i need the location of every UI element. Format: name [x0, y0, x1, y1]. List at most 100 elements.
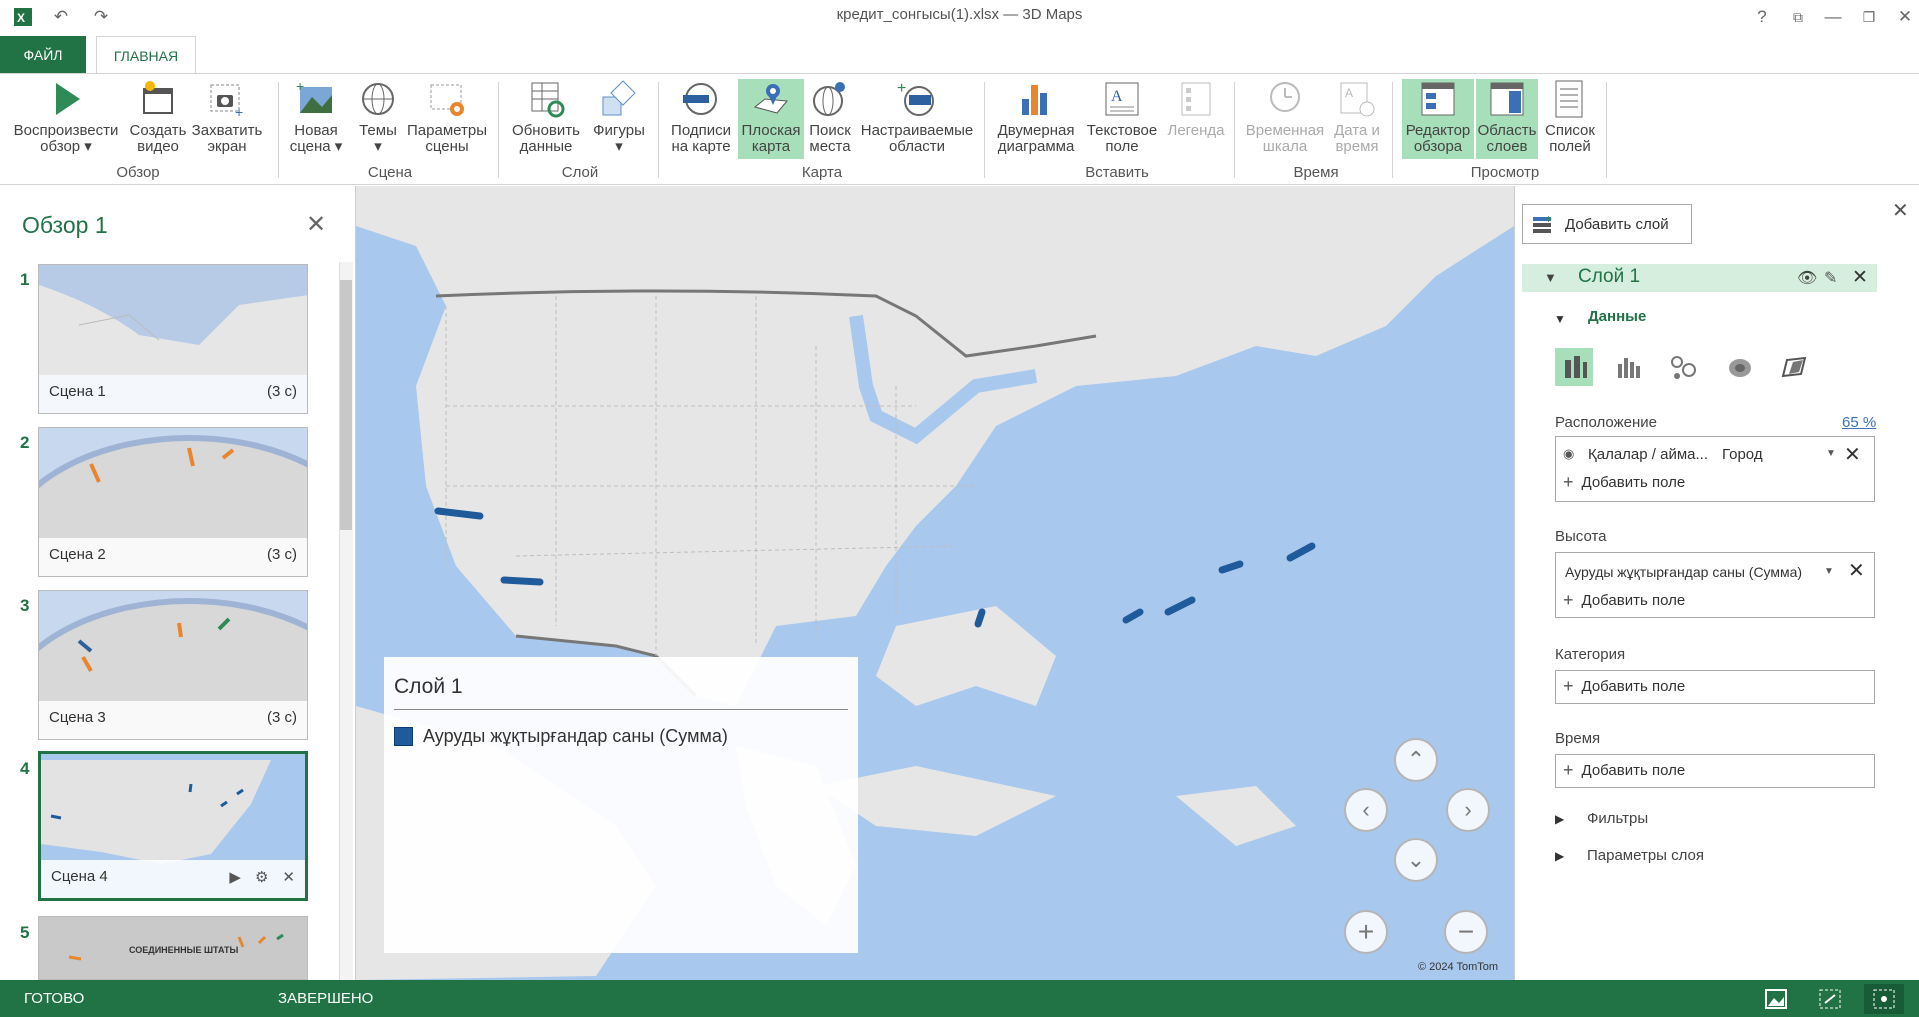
2d-chart-button[interactable]: Двумерная диаграмма [996, 79, 1076, 159]
layer-pane-button[interactable]: Область слоев [1476, 79, 1538, 159]
play-tour-button[interactable]: Воспроизвести обзор ▾ [10, 79, 122, 159]
pencil-icon[interactable]: ✎ [1824, 268, 1837, 288]
legend-button[interactable]: Легенда [1166, 79, 1226, 159]
rotate-right-button[interactable]: › [1446, 788, 1490, 832]
tilt-down-button[interactable]: ⌄ [1394, 838, 1438, 882]
svg-text:+: + [235, 104, 243, 119]
scene-thumbnail-2[interactable]: Сцена 2 (3 с) [38, 427, 308, 577]
expand-filters-icon[interactable]: ▶ [1555, 812, 1564, 826]
data-bar[interactable] [434, 507, 484, 520]
add-field-label: Добавить поле [1581, 474, 1686, 491]
scene-settings-icon[interactable]: ⚙ [255, 868, 268, 890]
capture-screen-button[interactable]: + Захватить экран [192, 79, 262, 159]
add-height-field[interactable]: + Добавить поле [1563, 590, 1685, 611]
tour-scrollbar-thumb[interactable] [340, 280, 352, 530]
rotate-left-button[interactable]: ‹ [1344, 788, 1388, 832]
play-scene-icon[interactable]: ▶ [229, 868, 241, 890]
maximize-button[interactable]: ❐ [1856, 4, 1882, 30]
data-bar[interactable] [500, 576, 544, 586]
timeline-button[interactable]: Временная шкала [1244, 79, 1326, 159]
flat-map-label: Плоская карта [741, 122, 801, 155]
close-button[interactable]: ✕ [1892, 4, 1918, 30]
radio-selected-icon[interactable]: ◉ [1563, 446, 1574, 462]
delete-scene-icon[interactable]: ✕ [282, 868, 295, 890]
create-video-button[interactable]: Создать видео [126, 79, 190, 159]
scene-options-icon [430, 84, 464, 116]
scene-3-label-bar: Сцена 3 (3 с) [39, 701, 307, 739]
bubble-icon[interactable] [1665, 348, 1703, 386]
data-bar[interactable] [974, 608, 986, 628]
group-tour: Обзор [116, 164, 160, 181]
minimize-button[interactable]: — [1820, 4, 1846, 30]
collapse-layer-icon[interactable]: ▼ [1544, 270, 1557, 285]
clustered-column-icon[interactable] [1610, 348, 1648, 386]
text-box-button[interactable]: A Текстовое поле [1084, 79, 1160, 159]
play-tour-label: Воспроизвести обзор ▾ [13, 122, 119, 155]
layer-pane-label: Область слоев [1477, 122, 1537, 155]
ribbon-separator [1392, 82, 1393, 178]
data-bar[interactable] [1286, 542, 1316, 562]
scene-thumbnail-5[interactable]: СОЕДИНЕННЫЕ ШТАТЫ [38, 916, 308, 980]
tour-editor-button[interactable]: Редактор обзора [1402, 79, 1474, 159]
find-location-button[interactable]: Поиск места [806, 79, 854, 159]
scene-options-button[interactable]: Параметры сцены [404, 79, 490, 159]
data-bar[interactable] [1164, 596, 1196, 616]
location-confidence-link[interactable]: 65 % [1842, 414, 1876, 431]
location-type-select[interactable]: Город [1722, 446, 1763, 463]
refresh-data-button[interactable]: Обновить данные [508, 79, 584, 159]
close-tour-icon[interactable]: ✕ [306, 210, 326, 239]
scene-duration: (3 с) [267, 383, 297, 400]
field-list-button[interactable]: Список полей [1540, 79, 1600, 159]
remove-location-icon[interactable]: ✕ [1844, 442, 1861, 467]
data-bar[interactable] [1122, 608, 1144, 624]
tilt-up-button[interactable]: ⌃ [1394, 738, 1438, 782]
chevron-down-icon[interactable]: ▼ [1826, 448, 1836, 459]
map-view-icon[interactable] [1864, 984, 1904, 1014]
new-scene-button[interactable]: + Новая сцена ▾ [288, 79, 344, 159]
delete-layer-icon[interactable]: ✕ [1852, 266, 1868, 289]
collapse-data-icon[interactable]: ▼ [1554, 312, 1566, 326]
shapes-button[interactable]: Фигуры ▾ [588, 79, 650, 159]
legend-panel[interactable] [384, 657, 858, 953]
map-labels-button[interactable]: Подписи на карте [668, 79, 734, 159]
group-scene: Сцена [367, 164, 413, 181]
add-layer-button[interactable]: + Добавить слой [1522, 204, 1692, 244]
scene-thumbnail-1[interactable]: Сцена 1 (3 с) [38, 264, 308, 414]
chevron-down-icon[interactable]: ▼ [1824, 566, 1834, 577]
date-time-button[interactable]: A Дата и время [1330, 79, 1384, 159]
layer-name[interactable]: Слой 1 [1578, 266, 1640, 288]
new-scene-icon: + [296, 79, 332, 113]
data-bar[interactable] [1218, 560, 1244, 574]
themes-button[interactable]: Темы ▾ [350, 79, 406, 159]
add-location-field[interactable]: + Добавить поле [1563, 472, 1685, 493]
remove-height-icon[interactable]: ✕ [1848, 558, 1865, 583]
filters-section[interactable]: Фильтры [1587, 810, 1648, 827]
height-label: Высота [1555, 528, 1607, 545]
close-layer-pane-icon[interactable]: ✕ [1892, 198, 1909, 223]
picture-icon[interactable] [1756, 984, 1796, 1014]
expand-layer-options-icon[interactable]: ▶ [1555, 849, 1564, 863]
add-category-field[interactable]: + Добавить поле [1563, 676, 1685, 697]
ribbon-display-icon[interactable]: ⧉ [1785, 4, 1811, 30]
location-field[interactable]: Қалалар / айма... [1588, 446, 1708, 463]
flat-map-button[interactable]: Плоская карта [738, 79, 804, 159]
zoom-in-button[interactable]: + [1344, 910, 1388, 954]
add-time-field[interactable]: + Добавить поле [1563, 760, 1685, 781]
scene-thumbnail-3[interactable]: Сцена 3 (3 с) [38, 590, 308, 740]
eye-icon[interactable]: 👁 [1797, 268, 1817, 288]
help-icon[interactable]: ? [1749, 4, 1775, 30]
heat-map-icon[interactable] [1720, 348, 1758, 386]
fit-selection-icon[interactable] [1810, 984, 1850, 1014]
stacked-column-icon[interactable] [1555, 348, 1593, 386]
ribbon-separator [658, 82, 659, 178]
new-scene-label: Новая сцена ▾ [289, 122, 343, 155]
custom-regions-button[interactable]: + Настраиваемые области [858, 79, 976, 159]
layer-options-section[interactable]: Параметры слоя [1587, 847, 1704, 864]
scene-thumbnail-4[interactable]: Сцена 4 ▶ ⚙ ✕ [38, 751, 308, 901]
legend-title: Слой 1 [394, 675, 463, 698]
tab-home[interactable]: ГЛАВНАЯ [96, 36, 196, 74]
height-field[interactable]: Ауруды жұқтырғандар саны (Сумма) [1565, 564, 1802, 580]
zoom-out-button[interactable]: − [1444, 910, 1488, 954]
region-icon[interactable] [1775, 348, 1813, 386]
tab-file[interactable]: ФАЙЛ [0, 36, 86, 74]
